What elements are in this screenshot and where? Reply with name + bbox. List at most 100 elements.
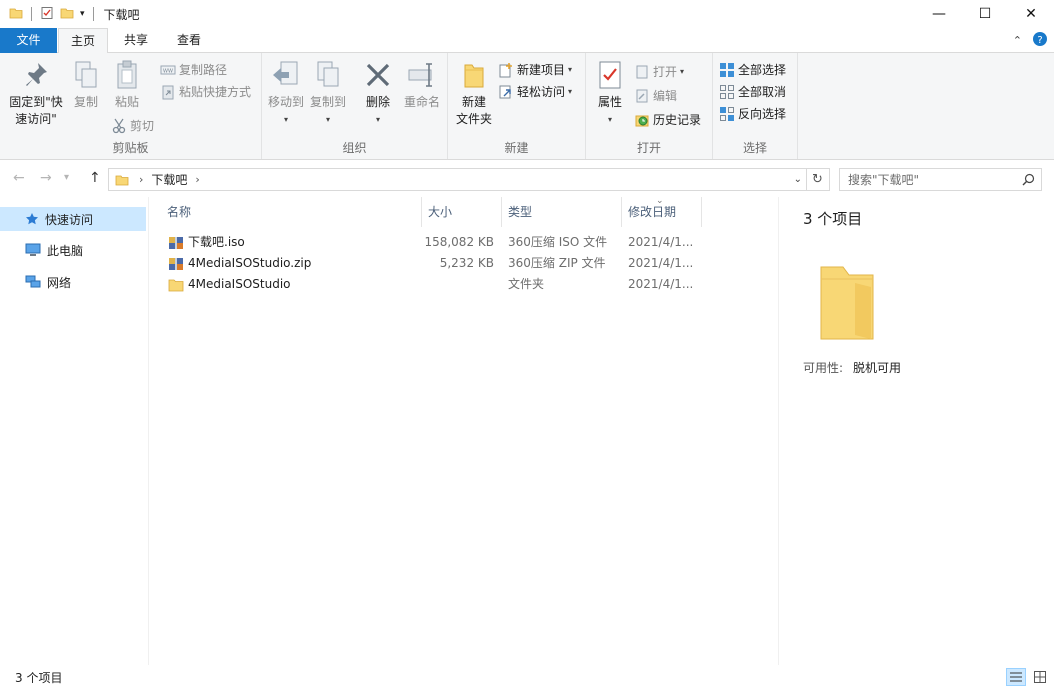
help-icon[interactable]: ? [1032,31,1048,50]
new-item-dropdown-icon: ▾ [568,65,572,74]
paste-shortcut-button[interactable]: 粘贴快捷方式 [160,83,251,100]
copy-path-button[interactable]: WW 复制路径 [160,61,227,78]
scissors-icon [111,118,127,134]
nav-item-network[interactable]: 网络 [0,270,146,294]
file-name: 下载吧.iso [188,232,245,253]
file-type: 360压缩 ZIP 文件 [508,253,606,274]
column-date-label: 修改日期 [628,205,676,219]
paste-button[interactable]: 粘贴 [108,59,146,111]
breadcrumb-chevron-icon[interactable]: › [195,173,199,186]
column-name-label: 名称 [167,205,191,219]
move-to-button[interactable]: 移动到 ▾ [266,59,306,128]
details-view-icon[interactable] [1006,668,1026,686]
pin-label-line1: 固定到"快 [9,94,63,111]
delete-dropdown-icon: ▾ [376,111,380,128]
tab-view[interactable]: 查看 [164,28,214,53]
title-bar: ▾ 下载吧 — ☐ ✕ [0,0,1054,28]
column-header-name[interactable]: 名称 [150,197,422,227]
open-button[interactable]: 打开 ▾ [634,63,684,80]
move-to-label: 移动到 [268,94,304,111]
copy-path-icon: WW [160,62,176,78]
table-row[interactable]: 下载吧.iso 158,082 KB 360压缩 ISO 文件 2021/4/1… [150,232,777,253]
properties-qat-icon[interactable] [40,6,54,23]
delete-x-icon [362,59,394,91]
window-title: 下载吧 [104,6,140,23]
open-dropdown-icon: ▾ [680,67,684,76]
large-folder-icon [815,263,879,346]
tab-file[interactable]: 文件 [0,28,57,53]
column-header-size[interactable]: 大小 [422,197,502,227]
new-folder-icon [458,59,490,91]
easy-access-button[interactable]: 轻松访问 ▾ [498,83,572,100]
paste-label: 粘贴 [115,94,139,111]
column-header-type[interactable]: 类型 [502,197,622,227]
table-row[interactable]: 4MediaISOStudio 文件夹 2021/4/1... [150,274,777,295]
rename-label: 重命名 [404,94,440,111]
folder-icon [115,173,129,187]
customize-qat-chevron-icon[interactable]: ▾ [80,9,85,19]
search-icon[interactable] [1022,173,1035,186]
file-size: 158,082 KB [410,232,494,253]
nav-item-label: 网络 [47,274,71,291]
copy-to-button[interactable]: 复制到 ▾ [308,59,348,128]
history-button[interactable]: 历史记录 [634,111,701,128]
chevron-up-icon[interactable]: ⌃ [1013,34,1022,47]
select-all-button[interactable]: 全部选择 [719,61,786,78]
back-arrow-icon[interactable]: ← [13,170,25,186]
availability-row: 可用性: 脱机可用 [803,359,901,376]
minimize-button[interactable]: — [916,0,962,28]
open-label: 打开 [653,63,677,80]
availability-label: 可用性: [803,359,843,376]
edit-button[interactable]: 编辑 [634,87,677,104]
pin-label-line2: 速访问" [15,111,57,128]
cut-button[interactable]: 剪切 [111,117,154,134]
invert-selection-icon [719,106,735,122]
file-name: 4MediaISOStudio [188,274,291,295]
refresh-button[interactable]: ↻ [806,168,830,191]
copy-button[interactable]: 复制 [68,59,104,111]
tab-share[interactable]: 共享 [112,28,160,53]
open-group-label: 打开 [586,139,712,156]
tab-home[interactable]: 主页 [58,28,108,54]
up-arrow-icon[interactable]: ↑ [89,170,101,186]
separator [93,7,94,21]
address-history-chevron-icon[interactable]: ⌄ [794,174,802,185]
large-icons-view-icon[interactable] [1030,668,1050,686]
new-item-icon [498,62,514,78]
select-none-button[interactable]: 全部取消 [719,83,786,100]
nav-item-quick-access[interactable]: 快速访问 [0,207,146,231]
invert-selection-button[interactable]: 反向选择 [719,105,786,122]
close-button[interactable]: ✕ [1008,0,1054,28]
delete-button[interactable]: 删除 ▾ [360,59,396,128]
nav-item-this-pc[interactable]: 此电脑 [0,238,146,262]
table-row[interactable]: 4MediaISOStudio.zip 5,232 KB 360压缩 ZIP 文… [150,253,777,274]
file-type: 文件夹 [508,274,544,295]
search-input[interactable]: 搜索"下载吧" [839,168,1042,191]
status-bar: 3 个项目 [0,665,1054,689]
folder-icon [168,278,184,292]
file-list: 名称 大小 类型 修改日期 ⌄ 下载吧.iso 158,082 KB 360压缩… [150,197,777,665]
network-icon [25,275,41,289]
select-all-label: 全部选择 [738,61,786,78]
breadcrumb-chevron-icon[interactable]: › [139,173,143,186]
properties-icon [594,59,626,91]
sort-chevron-icon: ⌄ [656,186,664,216]
organize-group: 移动到 ▾ 复制到 ▾ 删除 ▾ 重命名 组织 [262,53,448,159]
address-bar[interactable]: › 下载吧 › ⌄ [108,168,807,191]
forward-arrow-icon[interactable]: → [40,170,52,186]
move-to-icon [270,59,302,91]
new-item-button[interactable]: 新建项目 ▾ [498,61,572,78]
pin-to-quick-access-button[interactable]: 固定到"快 速访问" [6,59,66,128]
column-header-date[interactable]: 修改日期 ⌄ [622,197,702,227]
recent-locations-chevron-icon[interactable]: ▾ [64,172,69,183]
breadcrumb-path[interactable]: 下载吧 [151,171,187,188]
status-item-count: 3 个项目 [15,669,62,686]
column-type-label: 类型 [508,205,532,219]
new-folder-qat-icon[interactable] [60,6,74,23]
new-folder-button[interactable]: 新建 文件夹 [452,59,496,128]
properties-button[interactable]: 属性 ▾ [592,59,628,128]
maximize-button[interactable]: ☐ [962,0,1008,28]
rename-button[interactable]: 重命名 [400,59,444,111]
clipboard-group: 固定到"快 速访问" 复制 粘贴 WW 复制路径 粘贴快捷方式 剪切 剪贴板 [0,53,262,159]
select-group: 全部选择 全部取消 反向选择 选择 [713,53,798,159]
